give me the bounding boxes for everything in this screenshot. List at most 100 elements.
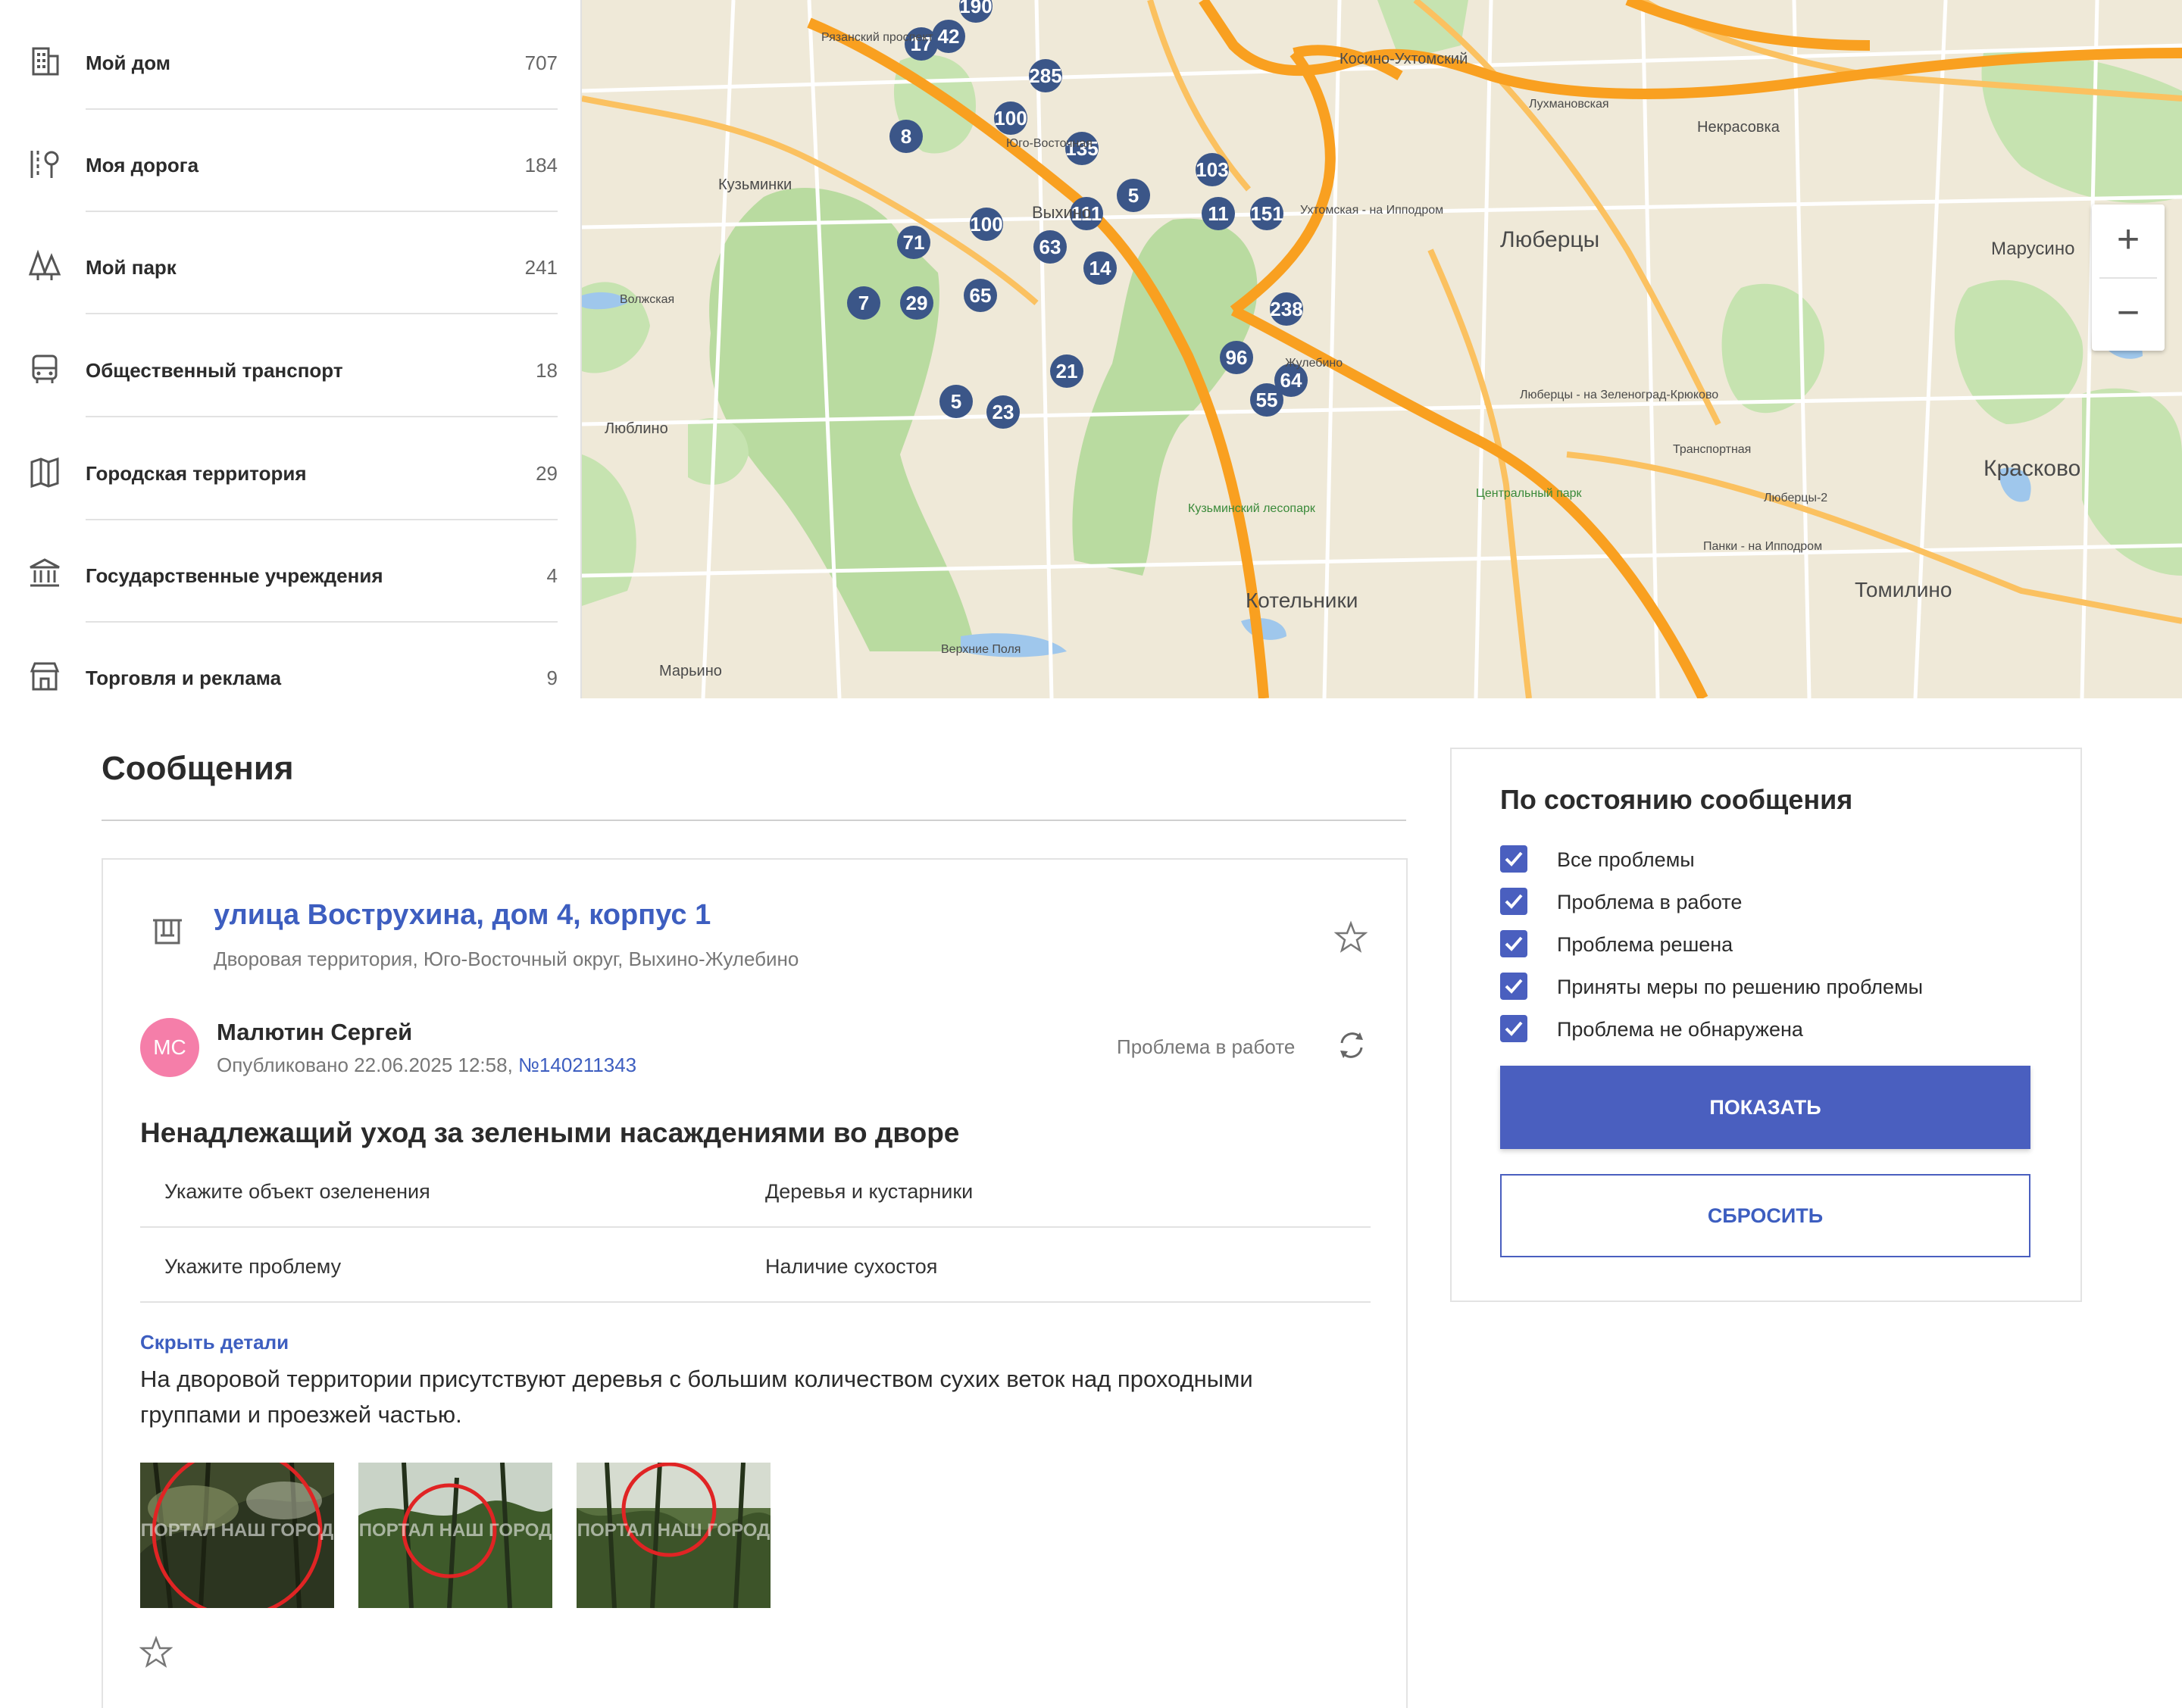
hide-details-link[interactable]: Скрыть детали <box>140 1331 289 1354</box>
details-table: Укажите объект озеленения Деревья и куст… <box>140 1153 1371 1303</box>
map-cluster-label: 71 <box>903 231 925 254</box>
sidebar-item-city-territory[interactable]: Городская территория 29 <box>0 418 582 520</box>
city-map-icon <box>30 457 59 489</box>
map-place-label: Марьино <box>659 663 722 679</box>
message-number-link[interactable]: №140211343 <box>518 1054 636 1076</box>
checkmark-icon <box>1505 1021 1523 1036</box>
checkbox-checked[interactable] <box>1500 845 1527 873</box>
map-place-label: Юго-Восточная <box>1006 137 1093 150</box>
message-card: улица Вострухина, дом 4, корпус 1 Дворов… <box>102 858 1408 1708</box>
checkbox-checked[interactable] <box>1500 930 1527 957</box>
sidebar-item-label: Государственные учреждения <box>86 564 383 587</box>
map-place-label: Волжская <box>620 293 674 306</box>
map-cluster-label: 5 <box>1128 184 1139 207</box>
filter-title: По состоянию сообщения <box>1500 784 1853 815</box>
map-place-label: Рязанский проспект <box>821 31 933 44</box>
detail-key: Укажите проблему <box>164 1255 342 1278</box>
map-place-label: Томилино <box>1855 578 1952 601</box>
map-cluster-label: 14 <box>1089 257 1111 279</box>
map-place-label: Люблино <box>605 420 668 437</box>
bus-icon <box>32 354 58 383</box>
message-address-details: Дворовая территория, Юго-Восточный округ… <box>214 948 799 970</box>
map-cluster-label: 65 <box>970 284 992 307</box>
checkbox-checked[interactable] <box>1500 1015 1527 1042</box>
checkmark-icon <box>1505 894 1523 909</box>
avatar: МС <box>140 1018 199 1077</box>
author-name: Малютин Сергей <box>217 1019 413 1045</box>
sidebar-item-label: Общественный транспорт <box>86 359 343 382</box>
map-cluster-label: 8 <box>901 125 911 148</box>
checkbox-checked[interactable] <box>1500 973 1527 1000</box>
checkmark-icon <box>1505 851 1523 866</box>
map-place-label: Выхино <box>1032 203 1091 222</box>
favorite-star-icon[interactable] <box>1334 920 1368 954</box>
map-place-label: Кузьминский лесопарк <box>1188 502 1316 515</box>
map-cluster-label: 11 <box>1208 202 1229 225</box>
category-sidebar: Мой дом 707 Моя дорога 184 Мой парк 241 … <box>0 0 582 698</box>
sidebar-item-government[interactable]: Государственные учреждения 4 <box>0 520 582 623</box>
sidebar-item-count: 4 <box>546 564 558 587</box>
map-place-label: Марусино <box>1991 239 2074 259</box>
photo-watermark: ПОРТАЛ НАШ ГОРОД <box>577 1520 771 1541</box>
map-cluster-label: 151 <box>1250 202 1283 225</box>
status-filter-panel: По состоянию сообщения Все проблемы Проб… <box>1450 748 2082 1302</box>
photo-thumbnail[interactable]: ПОРТАЛ НАШ ГОРОД <box>140 1463 334 1608</box>
reset-button[interactable]: СБРОСИТЬ <box>1500 1174 2030 1257</box>
map-cluster-label: 190 <box>959 0 992 17</box>
sidebar-item-label: Мой парк <box>86 256 177 279</box>
sidebar-item-public-transport[interactable]: Общественный транспорт 18 <box>0 315 582 417</box>
checkbox-checked[interactable] <box>1500 888 1527 915</box>
message-address-link[interactable]: улица Вострухина, дом 4, корпус 1 <box>214 899 711 932</box>
sidebar-item-trade[interactable]: Торговля и реклама 9 <box>0 623 582 698</box>
map-cluster-label: 21 <box>1056 360 1078 383</box>
map-place-label: Транспортная <box>1673 443 1751 456</box>
map-cluster-label: 5 <box>951 390 961 413</box>
filter-option-label: Все проблемы <box>1557 848 1695 871</box>
sidebar-item-label: Моя дорога <box>86 154 199 176</box>
filter-option-label: Проблема не обнаружена <box>1557 1018 1803 1041</box>
filter-option-label: Проблема решена <box>1557 933 1733 956</box>
in-progress-icon <box>1340 1032 1363 1058</box>
sidebar-item-my-park[interactable]: Мой парк 241 <box>0 212 582 314</box>
message-description: На дворовой территории присутствуют дере… <box>140 1366 1253 1428</box>
problem-title: Ненадлежащий уход за зелеными насаждения… <box>140 1117 960 1148</box>
show-button[interactable]: ПОКАЗАТЬ <box>1500 1066 2030 1149</box>
sidebar-item-count: 29 <box>536 462 558 485</box>
table-row: Укажите проблему Наличие сухостоя <box>140 1228 1371 1303</box>
divider <box>86 313 558 314</box>
photo-thumbnail[interactable]: ПОРТАЛ НАШ ГОРОД <box>358 1463 552 1608</box>
problems-map[interactable]: 190 17 42 285 8 100 135 103 5 111 11 151… <box>582 0 2182 698</box>
zoom-out-button[interactable]: − <box>2092 278 2165 351</box>
photo-watermark: ПОРТАЛ НАШ ГОРОД <box>358 1520 552 1541</box>
map-cluster-label: 42 <box>938 25 960 48</box>
favorite-star-icon[interactable] <box>139 1635 173 1669</box>
map-cluster-label: 63 <box>1039 236 1061 258</box>
map-place-label: Лухмановская <box>1529 98 1609 111</box>
map-cluster-label: 29 <box>906 292 928 314</box>
shop-icon <box>30 662 60 691</box>
map-place-label: Кузьминки <box>718 176 792 193</box>
map-place-label: Некрасовка <box>1697 119 1780 136</box>
map-place-label: Люберцы - на Зеленоград-Крюково <box>1520 389 1718 401</box>
map-place-label: Котельники <box>1246 589 1358 612</box>
map-zoom-control: + − <box>2092 205 2165 351</box>
divider <box>102 820 1406 821</box>
map-place-label: Центральный парк <box>1476 487 1583 500</box>
status-badge: Проблема в работе <box>1117 1035 1296 1058</box>
sidebar-item-count: 184 <box>524 154 558 176</box>
photo-thumbnail[interactable]: ПОРТАЛ НАШ ГОРОД <box>577 1463 771 1608</box>
map-place-label: Красково <box>1983 456 2080 481</box>
sidebar-item-label: Торговля и реклама <box>86 667 282 689</box>
trees-icon <box>28 249 61 280</box>
sidebar-item-count: 707 <box>524 52 558 74</box>
detail-value: Наличие сухостоя <box>765 1255 938 1278</box>
filter-option-label: Приняты меры по решению проблемы <box>1557 976 1924 998</box>
sidebar-item-count: 241 <box>524 256 558 279</box>
sidebar-item-my-road[interactable]: Моя дорога 184 <box>0 110 582 212</box>
map-canvas: 190 17 42 285 8 100 135 103 5 111 11 151… <box>582 0 2182 698</box>
playground-icon <box>153 919 182 945</box>
zoom-in-button[interactable]: + <box>2092 205 2165 277</box>
detail-key: Укажите объект озеленения <box>164 1180 430 1203</box>
sidebar-item-count: 9 <box>546 667 558 689</box>
sidebar-item-my-home[interactable]: Мой дом 707 <box>0 8 582 110</box>
